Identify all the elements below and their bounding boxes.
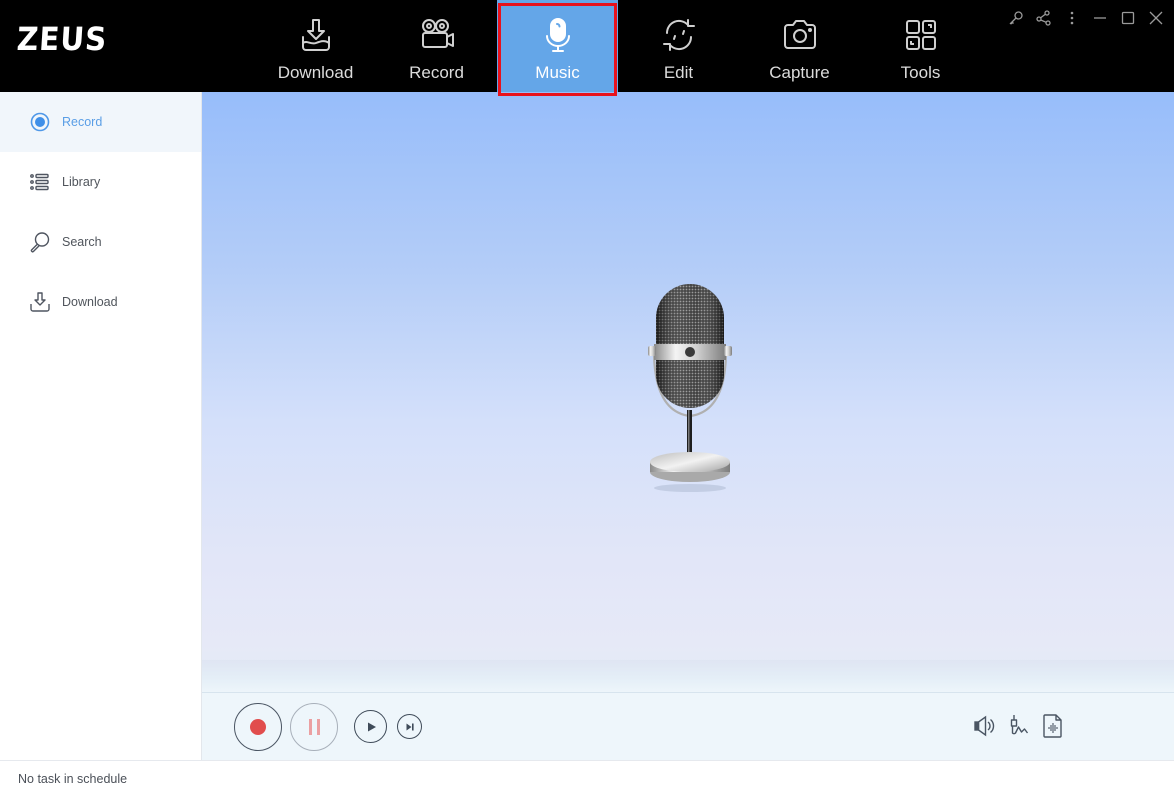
nav-tab-capture[interactable]: Capture	[739, 0, 860, 92]
microphone-icon	[545, 18, 570, 52]
camera-icon	[783, 20, 816, 49]
video-camera-icon	[421, 19, 454, 48]
pause-icon	[308, 719, 320, 735]
nav-tab-label: Capture	[769, 63, 830, 82]
grid-tools-icon	[905, 20, 936, 50]
music-record-stage	[202, 92, 1174, 692]
microphone-illustration	[648, 284, 732, 492]
nav-tab-label: Edit	[663, 63, 694, 82]
background-horizon	[202, 660, 1174, 692]
sidebar-item-download[interactable]: Download	[0, 272, 201, 332]
top-bar: ZEUS Download Record Music Edit Capture …	[0, 0, 1174, 96]
sidebar-item-search[interactable]: Search	[0, 212, 201, 272]
nav-tab-label: Tools	[900, 63, 941, 82]
status-bar: No task in schedule	[0, 760, 1174, 792]
nav-tab-label: Music	[535, 63, 580, 82]
minimize-icon	[1094, 17, 1106, 19]
app-window: ZEUS Download Record Music Edit Capture …	[0, 0, 1174, 792]
nav-tab-download[interactable]: Download	[255, 0, 376, 92]
play-button[interactable]	[354, 710, 387, 743]
sidebar-item-label: Record	[62, 115, 103, 129]
close-icon	[1149, 11, 1163, 25]
key-icon	[1009, 11, 1023, 25]
main-nav: Download Record Music Edit Capture Tools	[255, 0, 981, 92]
audio-source-icon[interactable]	[1006, 713, 1032, 739]
volume-icon[interactable]	[972, 713, 998, 739]
refresh-cycle-icon	[662, 19, 695, 51]
sidebar-item-label: Download	[62, 295, 118, 309]
close-button[interactable]	[1144, 6, 1168, 30]
maximize-icon	[1121, 11, 1135, 25]
more-button[interactable]	[1060, 6, 1084, 30]
sidebar-item-label: Library	[62, 175, 101, 189]
search-icon	[30, 232, 50, 253]
nav-tab-music[interactable]: Music	[497, 0, 618, 92]
list-icon	[30, 173, 49, 191]
play-icon	[367, 722, 376, 731]
sidebar-item-library[interactable]: Library	[0, 152, 201, 212]
nav-tab-edit[interactable]: Edit	[618, 0, 739, 92]
sidebar-item-label: Search	[62, 235, 102, 249]
download-icon	[30, 292, 50, 312]
maximize-button[interactable]	[1116, 6, 1140, 30]
nav-tab-label: Record	[409, 63, 464, 82]
audio-file-icon[interactable]	[1040, 713, 1066, 739]
record-button[interactable]	[234, 703, 282, 751]
nav-tab-record[interactable]: Record	[376, 0, 497, 92]
next-button[interactable]	[397, 714, 422, 739]
minimize-button[interactable]	[1088, 6, 1112, 30]
record-dot-icon	[250, 719, 266, 735]
more-icon	[1070, 11, 1074, 25]
nav-tab-label: Download	[277, 63, 354, 82]
sidebar-item-record[interactable]: Record	[0, 92, 201, 152]
share-button[interactable]	[1032, 6, 1056, 30]
sidebar: Record Library Search Download	[0, 92, 202, 760]
share-icon	[1036, 10, 1051, 26]
key-button[interactable]	[1004, 6, 1028, 30]
schedule-status-text: No task in schedule	[18, 772, 128, 786]
window-controls	[1004, 6, 1168, 30]
download-tray-icon	[301, 19, 330, 51]
record-radio-icon	[30, 112, 50, 132]
app-logo: ZEUS	[15, 20, 109, 58]
player-controls	[202, 692, 1174, 760]
skip-next-icon	[406, 723, 414, 730]
pause-button[interactable]	[290, 703, 338, 751]
nav-tab-tools[interactable]: Tools	[860, 0, 981, 92]
